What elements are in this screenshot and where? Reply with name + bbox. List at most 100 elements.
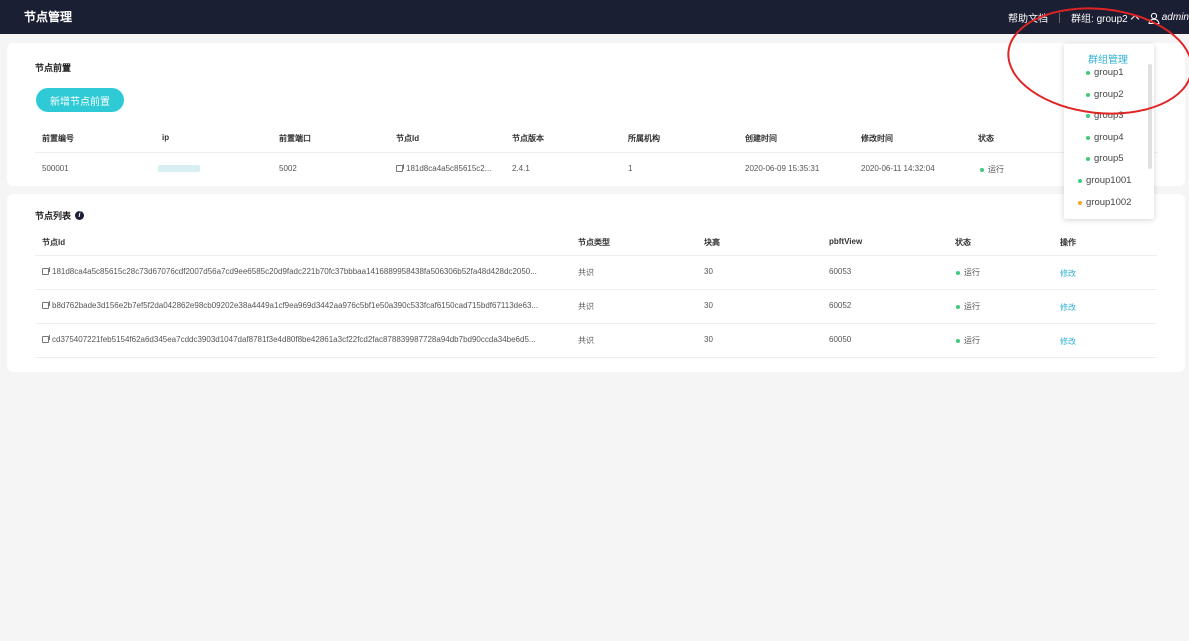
status-dot — [956, 270, 960, 275]
group-status-dot — [1086, 92, 1090, 97]
created-cell: 2020-06-09 15:35:31 — [745, 164, 820, 173]
user-icon — [1148, 12, 1160, 24]
group-option-label: group1 — [1094, 67, 1124, 78]
group-selector[interactable]: 群组: group2 — [1071, 10, 1144, 25]
pbft-view-cell: 60050 — [829, 335, 852, 344]
modify-link[interactable]: 修改 — [1060, 336, 1076, 347]
group-option-group4[interactable]: group4 — [1086, 132, 1124, 143]
status-badge: 运行 — [956, 301, 980, 312]
node-id-cell: cd375407221feb5154f62a6d345ea7cddc3903d1… — [42, 335, 567, 344]
row-divider — [35, 323, 1157, 324]
chevron-up-icon — [1130, 14, 1139, 24]
frontend-card-title: 节点前置 — [35, 63, 72, 73]
help-docs-link[interactable]: 帮助文档 — [1008, 10, 1048, 25]
status-badge: 运行 — [980, 164, 1004, 175]
col-header-org[interactable]: 所属机构 — [628, 133, 660, 144]
status-dot — [980, 167, 984, 172]
table-divider — [35, 255, 1157, 256]
group-option-label: group5 — [1094, 153, 1124, 164]
node-id-cell: 181d8ca4a5c85615c28c73d67076cdf2007d56a7… — [42, 267, 567, 276]
col-header-status[interactable]: 状态 — [978, 133, 994, 144]
copy-icon[interactable] — [42, 301, 50, 309]
col-header-node-id[interactable]: 节点Id — [42, 237, 65, 248]
status-text: 运行 — [964, 336, 980, 345]
pbft-view-cell: 60053 — [829, 267, 852, 276]
col-header-version[interactable]: 节点版本 — [512, 133, 544, 144]
node-type-cell: 共识 — [578, 336, 594, 345]
frontend-card: 节点前置 新增节点前置 前置编号 ip 前置端口 节点Id 节点版本 所属机构 … — [7, 43, 1185, 186]
node-list-title-wrap: 节点列表 i — [35, 209, 85, 222]
group-option-group5[interactable]: group5 — [1086, 153, 1124, 164]
group-option-label: group3 — [1094, 110, 1124, 121]
header-divider — [1059, 12, 1061, 23]
ip-value-redacted — [158, 165, 200, 172]
node-list-card: 节点列表 i 节点Id 节点类型 块高 pbftView 状态 操作 181d8… — [7, 194, 1185, 372]
group-status-dot — [1078, 178, 1082, 183]
col-header-modified[interactable]: 修改时间 — [861, 133, 893, 144]
col-header-pbft-view[interactable]: pbftView — [829, 237, 862, 246]
group-option-label: group1002 — [1086, 197, 1132, 208]
col-header-action[interactable]: 操作 — [1060, 237, 1076, 248]
group-status-dot — [1086, 135, 1090, 140]
group-option-group1001[interactable]: group1001 — [1078, 175, 1131, 186]
status-text: 运行 — [988, 165, 1004, 174]
node-type-cell: 共识 — [578, 268, 594, 277]
node-list-title: 节点列表 — [35, 211, 72, 221]
node-id-cell: b8d762bade3d156e2b7ef5f2da042862e98cb092… — [42, 301, 567, 310]
col-header-status[interactable]: 状态 — [955, 237, 971, 248]
node-id-value: 181d8ca4a5c85615c2... — [406, 164, 492, 173]
status-dot — [956, 304, 960, 309]
col-header-node-id[interactable]: 节点Id — [396, 133, 419, 144]
node-id-value: 181d8ca4a5c85615c28c73d67076cdf2007d56a7… — [52, 267, 537, 276]
modify-link[interactable]: 修改 — [1060, 268, 1076, 279]
col-header-node-type[interactable]: 节点类型 — [578, 237, 610, 248]
pbft-view-cell: 60052 — [829, 301, 852, 310]
node-id-value: cd375407221feb5154f62a6d345ea7cddc3903d1… — [52, 335, 536, 344]
group-option-group1002[interactable]: group1002 — [1078, 197, 1131, 208]
username: admin — [1161, 12, 1189, 23]
col-header-port[interactable]: 前置端口 — [279, 133, 311, 144]
group-option-label: group2 — [1094, 89, 1124, 100]
group-option-label: group4 — [1094, 132, 1124, 143]
copy-icon[interactable] — [396, 164, 404, 172]
block-height-cell: 30 — [704, 335, 713, 344]
col-header-ip[interactable]: ip — [162, 133, 169, 142]
group-status-dot — [1086, 113, 1090, 118]
col-header-created[interactable]: 创建时间 — [745, 133, 777, 144]
ip-cell — [158, 165, 200, 174]
copy-icon[interactable] — [42, 335, 50, 343]
info-icon[interactable]: i — [75, 211, 85, 220]
group-option-label: group1001 — [1086, 175, 1132, 186]
status-badge: 运行 — [956, 267, 980, 278]
block-height-cell: 30 — [704, 267, 713, 276]
row-divider — [35, 289, 1157, 290]
group-management-link[interactable]: 群组管理 — [1088, 51, 1128, 66]
status-badge: 运行 — [956, 335, 980, 346]
dropdown-scrollbar[interactable] — [1148, 64, 1152, 169]
port-cell: 5002 — [279, 164, 297, 173]
status-dot — [956, 338, 960, 343]
group-option-group2[interactable]: group2 — [1086, 89, 1124, 100]
modify-link[interactable]: 修改 — [1060, 302, 1076, 313]
header-right: 帮助文档 群组: group2 admin — [1008, 10, 1189, 25]
top-header: 节点管理 帮助文档 群组: group2 admin — [0, 0, 1189, 34]
block-height-cell: 30 — [704, 301, 713, 310]
group-option-group3[interactable]: group3 — [1086, 110, 1124, 121]
add-frontend-button[interactable]: 新增节点前置 — [36, 88, 124, 112]
col-header-frontend-id[interactable]: 前置编号 — [42, 133, 74, 144]
group-option-group1[interactable]: group1 — [1086, 67, 1124, 78]
copy-icon[interactable] — [42, 267, 50, 275]
frontend-id-cell: 500001 — [42, 164, 69, 173]
user-menu[interactable]: admin — [1148, 12, 1189, 24]
org-cell: 1 — [628, 164, 633, 173]
group-status-dot — [1078, 200, 1082, 205]
group-dropdown-menu: 群组管理 group1 group2 group3 group4 group5 … — [1064, 44, 1154, 219]
status-text: 运行 — [964, 268, 980, 277]
status-text: 运行 — [964, 302, 980, 311]
col-header-block-height[interactable]: 块高 — [704, 237, 720, 248]
node-id-value: b8d762bade3d156e2b7ef5f2da042862e98cb092… — [52, 301, 539, 310]
page-title: 节点管理 — [24, 10, 73, 24]
modified-cell: 2020-06-11 14:32:04 — [861, 164, 935, 173]
version-cell: 2.4.1 — [512, 164, 530, 173]
table-divider — [35, 152, 1157, 153]
